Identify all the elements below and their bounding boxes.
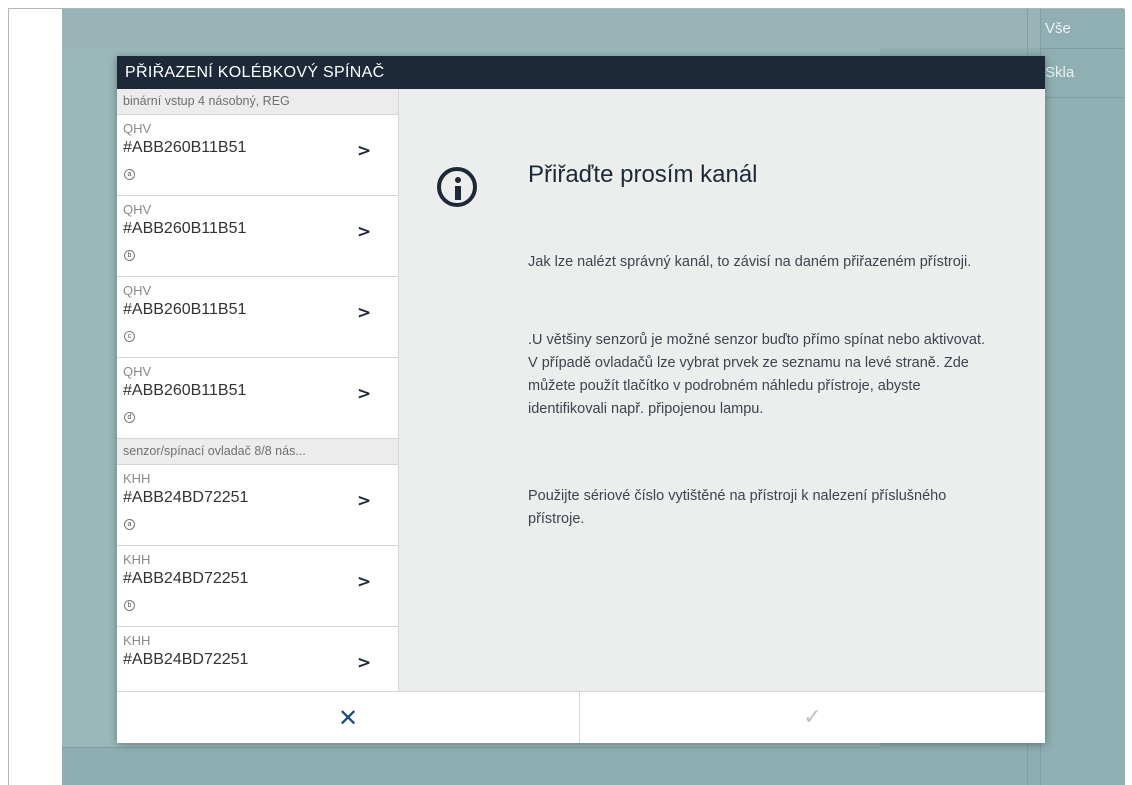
close-icon: ✕ xyxy=(337,703,359,732)
device-serial: #ABB260B11B51 xyxy=(123,301,247,318)
chevron-right-icon[interactable]: > xyxy=(357,222,371,242)
device-serial: #ABB24BD72251 xyxy=(123,489,249,506)
info-panel: Přiřaďte prosím kanál Jak lze nalézt spr… xyxy=(399,89,1045,691)
frame-border-left xyxy=(8,8,9,785)
info-heading: Přiřaďte prosím kanál xyxy=(528,161,758,188)
info-paragraph-3: Použijte sériové číslo vytištěné na přís… xyxy=(528,488,947,527)
chevron-right-icon[interactable]: > xyxy=(357,653,371,673)
cancel-button[interactable]: ✕ xyxy=(117,692,580,743)
device-list-item[interactable]: KHH #ABB24BD72251 > xyxy=(117,627,398,691)
device-serial: #ABB260B11B51 xyxy=(123,139,247,156)
channel-badge-icon: b xyxy=(124,250,135,261)
chevron-right-icon[interactable]: > xyxy=(357,491,371,511)
device-list-item[interactable]: QHV #ABB260B11B51 d > xyxy=(117,358,398,439)
group-header: senzor/spínací ovladač 8/8 nás... xyxy=(117,439,398,465)
channel-badge-icon: d xyxy=(124,412,135,423)
info-paragraph-1: Jak lze nalézt správný kanál, to závisí … xyxy=(528,254,972,270)
device-type: KHH xyxy=(123,633,151,648)
chevron-right-icon[interactable]: > xyxy=(357,572,371,592)
device-list-item[interactable]: QHV #ABB260B11B51 c > xyxy=(117,277,398,358)
device-list-item[interactable]: QHV #ABB260B11B51 b > xyxy=(117,196,398,277)
device-type: QHV xyxy=(123,202,152,217)
device-type: KHH xyxy=(123,471,151,486)
chevron-right-icon[interactable]: > xyxy=(357,384,371,404)
device-serial: #ABB24BD72251 xyxy=(123,570,249,587)
dialog-title: PŘIŘAZENÍ KOLÉBKOVÝ SPÍNAČ xyxy=(117,56,1045,89)
device-type: QHV xyxy=(123,364,152,379)
device-serial: #ABB24BD72251 xyxy=(123,651,249,668)
background-top-band xyxy=(62,9,1040,48)
device-list[interactable]: binární vstup 4 násobný, REG QHV #ABB260… xyxy=(117,89,399,691)
background-right-menu: Vše Skla xyxy=(1040,9,1125,785)
chevron-right-icon[interactable]: > xyxy=(357,303,371,323)
right-menu-item[interactable]: Vše xyxy=(1041,9,1125,49)
info-paragraph-2: .U většiny senzorů je možné senzor buďto… xyxy=(528,332,986,417)
device-list-item[interactable]: KHH #ABB24BD72251 a > xyxy=(117,465,398,546)
device-list-item[interactable]: QHV #ABB260B11B51 a > xyxy=(117,115,398,196)
checkmark-icon: ✓ xyxy=(803,705,822,730)
device-type: QHV xyxy=(123,283,152,298)
channel-badge-icon: a xyxy=(124,169,135,180)
device-type: QHV xyxy=(123,121,152,136)
channel-badge-icon: c xyxy=(124,331,135,342)
channel-badge-icon: a xyxy=(124,519,135,530)
dialog-footer: ✕ ✓ xyxy=(117,691,1045,743)
confirm-button[interactable]: ✓ xyxy=(580,692,1045,743)
device-serial: #ABB260B11B51 xyxy=(123,220,247,237)
device-list-item[interactable]: KHH #ABB24BD72251 b > xyxy=(117,546,398,627)
chevron-right-icon[interactable]: > xyxy=(357,141,371,161)
right-menu-item[interactable]: Skla xyxy=(1041,49,1125,98)
assign-dialog: PŘIŘAZENÍ KOLÉBKOVÝ SPÍNAČ binární vstup… xyxy=(117,56,1045,743)
group-header: binární vstup 4 násobný, REG xyxy=(117,89,398,115)
channel-badge-icon: b xyxy=(124,600,135,611)
info-icon-dot xyxy=(455,177,461,183)
device-type: KHH xyxy=(123,552,151,567)
device-serial: #ABB260B11B51 xyxy=(123,382,247,399)
info-icon xyxy=(437,167,477,207)
info-icon-bar xyxy=(455,186,461,200)
